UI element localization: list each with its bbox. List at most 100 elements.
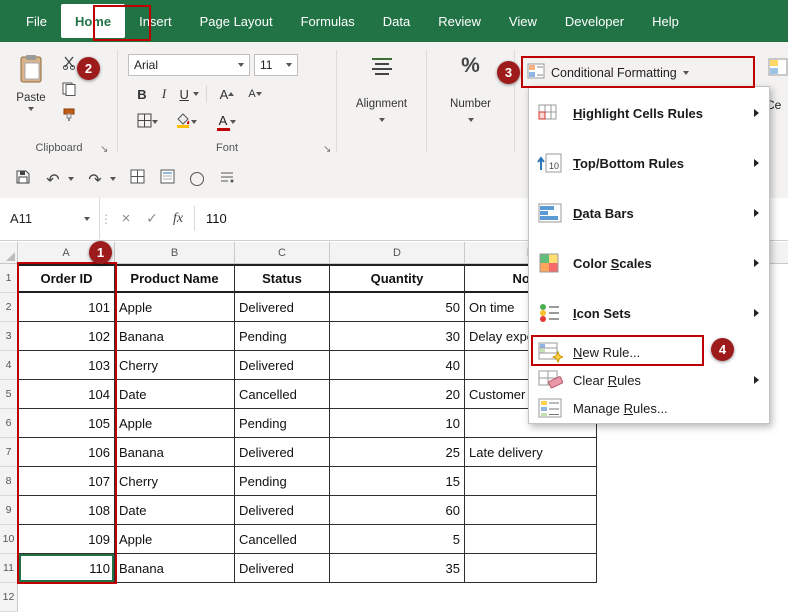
row-header-5[interactable]: 5 [0, 380, 18, 409]
tab-page-layout[interactable]: Page Layout [186, 0, 287, 42]
row-header-1[interactable]: 1 [0, 264, 18, 293]
column-header-b[interactable]: B [115, 242, 235, 263]
save-button[interactable] [10, 166, 36, 192]
tab-view[interactable]: View [495, 0, 551, 42]
cell-E8[interactable] [465, 467, 597, 496]
row-header-4[interactable]: 4 [0, 351, 18, 380]
form-button[interactable] [154, 166, 180, 192]
menu-item-clear-rules[interactable]: Clear Rules [529, 366, 769, 394]
undo-button[interactable]: ↶ [40, 166, 66, 192]
underline-button[interactable]: U [174, 84, 204, 104]
font-color-button[interactable]: A [210, 112, 242, 132]
menu-item-color-scales[interactable]: Color Scales [529, 238, 769, 288]
cell-C2[interactable]: Delivered [235, 293, 330, 322]
tab-review[interactable]: Review [424, 0, 495, 42]
enter-button[interactable]: ✓ [140, 198, 164, 239]
cell-C7[interactable]: Delivered [235, 438, 330, 467]
insert-function-button[interactable]: fx [166, 198, 190, 239]
redo-caret-icon[interactable] [110, 177, 116, 181]
cell-B11[interactable]: Banana [115, 554, 235, 583]
cell-D7[interactable]: 25 [330, 438, 465, 467]
cell-A10[interactable]: 109 [18, 525, 115, 554]
formula-input[interactable]: 110 [206, 198, 227, 239]
cell-A12[interactable] [18, 583, 115, 612]
cancel-button[interactable]: × [114, 198, 138, 239]
cell-D9[interactable]: 60 [330, 496, 465, 525]
cell-A11[interactable]: 110 [18, 554, 115, 583]
row-header-3[interactable]: 3 [0, 322, 18, 351]
row-header-8[interactable]: 8 [0, 467, 18, 496]
cell-D5[interactable]: 20 [330, 380, 465, 409]
draw-button[interactable] [214, 166, 240, 192]
cell-C4[interactable]: Delivered [235, 351, 330, 380]
tab-help[interactable]: Help [638, 0, 693, 42]
number-group[interactable]: % Number [427, 42, 514, 160]
menu-item-data-bars[interactable]: Data Bars [529, 188, 769, 238]
row-header-7[interactable]: 7 [0, 438, 18, 467]
cell-C6[interactable]: Pending [235, 409, 330, 438]
cell-E7[interactable]: Late delivery [465, 438, 597, 467]
paste-button[interactable]: Paste [8, 50, 54, 111]
undo-caret-icon[interactable] [68, 177, 74, 181]
fill-color-button[interactable] [170, 112, 202, 132]
tab-data[interactable]: Data [369, 0, 424, 42]
cell-A7[interactable]: 106 [18, 438, 115, 467]
column-header-d[interactable]: D [330, 242, 465, 263]
cell-C9[interactable]: Delivered [235, 496, 330, 525]
cell-B12[interactable] [115, 583, 235, 612]
cell-C12[interactable] [235, 583, 330, 612]
tab-home[interactable]: Home [61, 4, 125, 38]
cell-B1[interactable]: Product Name [115, 264, 235, 293]
redo-button[interactable]: ↷ [82, 166, 108, 192]
cell-E9[interactable] [465, 496, 597, 525]
select-all-corner[interactable] [0, 242, 18, 263]
menu-item-manage-rules[interactable]: Manage Rules... [529, 394, 769, 422]
alignment-group[interactable]: Alignment [337, 42, 426, 160]
cell-D1[interactable]: Quantity [330, 264, 465, 293]
cell-C1[interactable]: Status [235, 264, 330, 293]
conditional-formatting-button[interactable]: Conditional Formatting [527, 59, 689, 86]
cell-D6[interactable]: 10 [330, 409, 465, 438]
cell-D8[interactable]: 15 [330, 467, 465, 496]
bold-button[interactable]: B [132, 84, 152, 104]
cell-D10[interactable]: 5 [330, 525, 465, 554]
cell-D4[interactable]: 40 [330, 351, 465, 380]
name-box[interactable]: A11 [0, 198, 100, 239]
cell-B2[interactable]: Apple [115, 293, 235, 322]
row-header-9[interactable]: 9 [0, 496, 18, 525]
copy-button[interactable] [58, 80, 80, 102]
cell-C3[interactable]: Pending [235, 322, 330, 351]
tab-insert[interactable]: Insert [125, 0, 186, 42]
cell-B10[interactable]: Apple [115, 525, 235, 554]
tab-file[interactable]: File [12, 0, 61, 42]
italic-button[interactable]: I [154, 84, 174, 104]
cell-B7[interactable]: Banana [115, 438, 235, 467]
tab-developer[interactable]: Developer [551, 0, 638, 42]
circle-button[interactable] [184, 166, 210, 192]
font-size-combo[interactable]: 11 [254, 54, 298, 76]
grid-button[interactable] [124, 166, 150, 192]
row-header-11[interactable]: 11 [0, 554, 18, 583]
cell-B8[interactable]: Cherry [115, 467, 235, 496]
cell-A2[interactable]: 101 [18, 293, 115, 322]
font-name-combo[interactable]: Arial [128, 54, 250, 76]
row-header-10[interactable]: 10 [0, 525, 18, 554]
cell-E12[interactable] [465, 583, 597, 612]
row-header-12[interactable]: 12 [0, 583, 18, 612]
column-header-c[interactable]: C [235, 242, 330, 263]
cell-E10[interactable] [465, 525, 597, 554]
cell-A4[interactable]: 103 [18, 351, 115, 380]
borders-button[interactable] [132, 112, 162, 132]
cell-E11[interactable] [465, 554, 597, 583]
cell-D11[interactable]: 35 [330, 554, 465, 583]
cell-D3[interactable]: 30 [330, 322, 465, 351]
cell-C11[interactable]: Delivered [235, 554, 330, 583]
cell-A5[interactable]: 104 [18, 380, 115, 409]
cell-A1[interactable]: Order ID [18, 264, 115, 293]
cell-A6[interactable]: 105 [18, 409, 115, 438]
row-header-2[interactable]: 2 [0, 293, 18, 322]
menu-item-top-bottom-rules[interactable]: 10Top/Bottom Rules [529, 138, 769, 188]
cell-B6[interactable]: Apple [115, 409, 235, 438]
cell-A3[interactable]: 102 [18, 322, 115, 351]
cell-B9[interactable]: Date [115, 496, 235, 525]
